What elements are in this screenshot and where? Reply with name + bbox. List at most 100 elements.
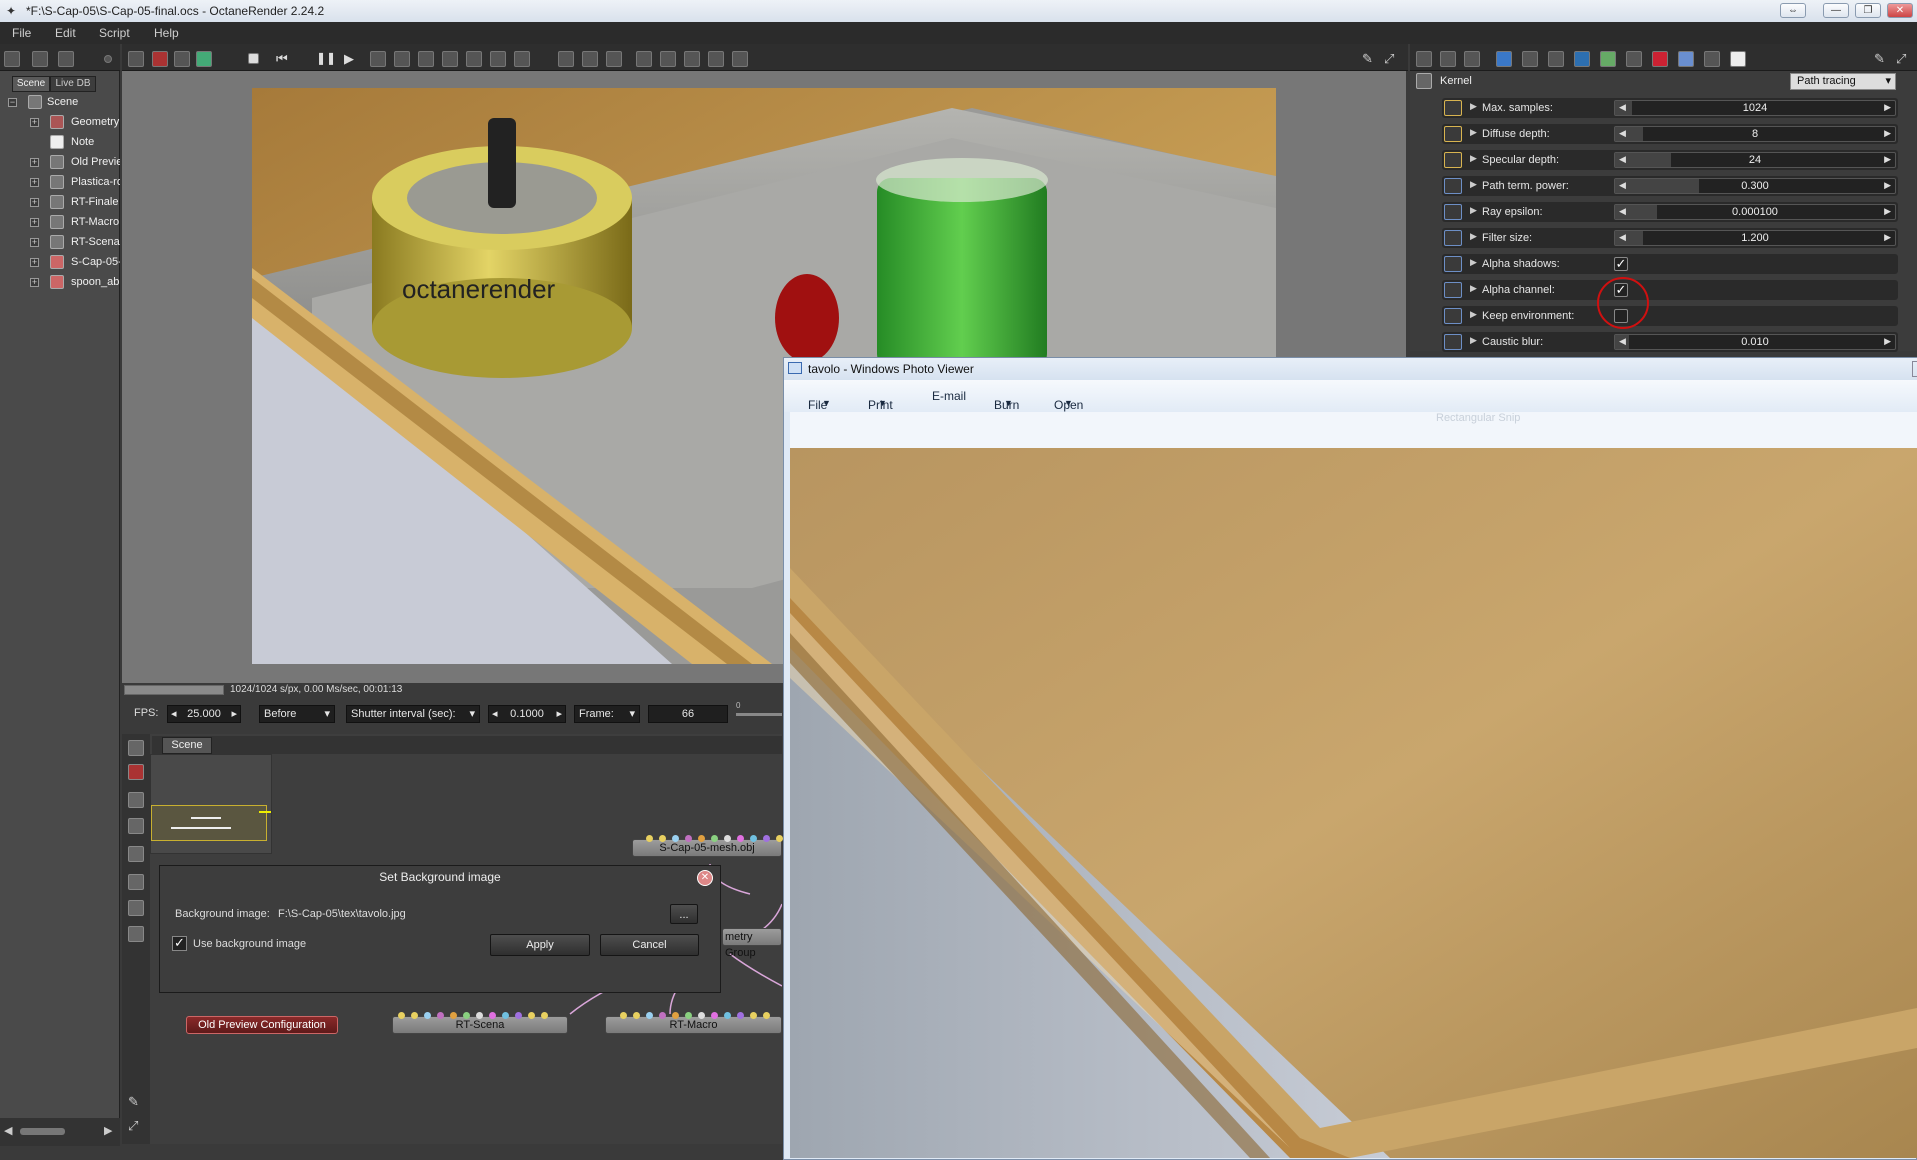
expand-icon[interactable]: + <box>30 198 39 207</box>
cancel-button[interactable]: Cancel <box>600 934 699 956</box>
wrench-icon[interactable]: ✎ <box>1362 51 1378 67</box>
expand-triangle-icon[interactable]: ▶ <box>1470 283 1477 294</box>
node-input-pin[interactable] <box>724 1012 731 1019</box>
scroll-thumb[interactable] <box>20 1128 65 1135</box>
arrow-left-icon[interactable]: ◂ <box>492 706 498 722</box>
wrench-icon-graph[interactable]: ✎ <box>128 1094 144 1110</box>
play-icon[interactable]: ▶ <box>344 51 360 67</box>
expand-icon[interactable]: + <box>30 118 39 127</box>
expand-icon[interactable]: + <box>30 178 39 187</box>
expand-icon[interactable]: + <box>30 238 39 247</box>
wrench-icon-right[interactable]: ✎ <box>1874 51 1890 67</box>
node-input-pin[interactable] <box>685 1012 692 1019</box>
inspector-icon-1[interactable] <box>1416 51 1432 67</box>
fps-spinner[interactable]: ◂ 25.000 ▸ <box>167 705 241 723</box>
node-s-cap-mesh[interactable]: S-Cap-05-mesh.obj <box>632 839 782 857</box>
inspector-icon-2[interactable] <box>1440 51 1456 67</box>
frame-input[interactable]: 66 <box>648 705 728 723</box>
kernel-param-slider[interactable]: 0.000100 ◀ ▶ <box>1614 204 1896 220</box>
expand-triangle-icon[interactable]: ▶ <box>1470 153 1477 164</box>
pv-close-button-edge[interactable] <box>1912 361 1917 377</box>
graph-tool-icon-4[interactable] <box>128 818 144 834</box>
arrow-right-icon[interactable]: ▶ <box>1884 232 1891 243</box>
stack-icon[interactable] <box>732 51 748 67</box>
tree-item-spoon[interactable]: + spoon_ab <box>0 273 120 293</box>
pv-menu-email[interactable]: E-mail <box>932 389 966 403</box>
expand-triangle-icon[interactable]: ▶ <box>1470 257 1477 268</box>
kernel-param-slider[interactable]: 24 ◀ ▶ <box>1614 152 1896 168</box>
node-input-pin[interactable] <box>620 1012 627 1019</box>
stop-icon[interactable] <box>248 53 259 64</box>
kernel-param-checkbox[interactable]: ✓ <box>1614 257 1628 271</box>
cube-icon[interactable] <box>196 51 212 67</box>
pin-toggle-icon[interactable] <box>1444 230 1462 246</box>
node-input-pin[interactable] <box>541 1012 548 1019</box>
arrow-right-icon[interactable]: ▶ <box>1884 128 1891 139</box>
expand-icon[interactable]: + <box>30 158 39 167</box>
graph-tool-icon-6[interactable] <box>128 874 144 890</box>
kernel-row[interactable]: Alpha channel: ▶ ✓ <box>1442 280 1898 300</box>
kernel-row[interactable]: Filter size: ▶ 1.200 ◀ ▶ <box>1442 228 1898 248</box>
graph-tool-icon-7[interactable] <box>128 900 144 916</box>
kernel-param-slider[interactable]: 0.010 ◀ ▶ <box>1614 334 1896 350</box>
graph-tool-icon-1[interactable] <box>128 740 144 756</box>
node-input-pin[interactable] <box>672 835 679 842</box>
geometry-icon[interactable] <box>1600 51 1616 67</box>
menu-file[interactable]: File <box>12 26 31 40</box>
node-input-pin[interactable] <box>698 1012 705 1019</box>
sun-icon[interactable] <box>1730 51 1746 67</box>
fullscreen-icon[interactable]: ⤢ <box>1384 51 1400 67</box>
expand-icon[interactable]: + <box>30 218 39 227</box>
pin-toggle-icon[interactable] <box>1444 256 1462 272</box>
texture-icon[interactable] <box>1626 51 1642 67</box>
expand-triangle-icon[interactable]: ▶ <box>1470 205 1477 216</box>
arrow-right-icon[interactable]: ▶ <box>1884 180 1891 191</box>
photo-icon[interactable] <box>1704 51 1720 67</box>
pin-toggle-icon[interactable] <box>1444 308 1462 324</box>
node-input-pin[interactable] <box>437 1012 444 1019</box>
node-input-pin[interactable] <box>659 1012 666 1019</box>
tree-scrollbar[interactable]: ◀ ▶ <box>0 1118 120 1146</box>
pin-toggle-icon[interactable] <box>1444 152 1462 168</box>
restore-size-button[interactable]: ⇔ <box>1780 3 1806 18</box>
expand-triangle-icon[interactable]: ▶ <box>1470 335 1477 346</box>
arrow-left-icon[interactable]: ◀ <box>1619 154 1626 165</box>
tree-item-rt-finale[interactable]: + RT-Finale <box>0 193 120 213</box>
zoom-icon[interactable] <box>558 51 574 67</box>
tree-item-geometry[interactable]: + Geometry <box>0 113 120 133</box>
render-settings-icon[interactable] <box>152 51 168 67</box>
node-geometry-group[interactable]: metry Group <box>722 928 782 959</box>
frame-dropdown[interactable]: Frame: ▾ <box>574 705 640 723</box>
node-input-pin[interactable] <box>633 1012 640 1019</box>
inspector-icon-3[interactable] <box>1464 51 1480 67</box>
kernel-param-slider[interactable]: 0.300 ◀ ▶ <box>1614 178 1896 194</box>
kernel-param-slider[interactable]: 1.200 ◀ ▶ <box>1614 230 1896 246</box>
region-icon[interactable] <box>582 51 598 67</box>
restart-icon[interactable]: ⏮ <box>276 51 292 67</box>
kernel-row[interactable]: Ray epsilon: ▶ 0.000100 ◀ ▶ <box>1442 202 1898 222</box>
shutter-dropdown[interactable]: Shutter interval (sec): ▾ <box>346 705 480 723</box>
focus-icon[interactable] <box>174 51 190 67</box>
arrow-right-icon[interactable]: ▸ <box>231 706 237 722</box>
medium-icon[interactable] <box>1678 51 1694 67</box>
graph-tool-icon-2[interactable] <box>128 764 144 780</box>
node-input-pin[interactable] <box>750 1012 757 1019</box>
imager-icon[interactable] <box>1548 51 1564 67</box>
save-render-icon[interactable] <box>128 51 144 67</box>
expand-triangle-icon[interactable]: ▶ <box>1470 101 1477 112</box>
tab-live-db[interactable]: Live DB <box>50 76 96 92</box>
node-input-pin[interactable] <box>450 1012 457 1019</box>
node-input-pin[interactable] <box>515 1012 522 1019</box>
tree-item-s-cap[interactable]: + S-Cap-05- <box>0 253 120 273</box>
pin-toggle-icon[interactable] <box>1444 178 1462 194</box>
copy-icon[interactable] <box>636 51 652 67</box>
graph-tool-icon-5[interactable] <box>128 846 144 862</box>
viewport-icon[interactable] <box>370 51 386 67</box>
tree-item-note[interactable]: Note <box>0 133 120 153</box>
pin-toggle-icon[interactable] <box>1444 334 1462 350</box>
pin-icon[interactable] <box>104 55 112 63</box>
postproc-icon[interactable] <box>1574 51 1590 67</box>
node-input-pin[interactable] <box>750 835 757 842</box>
camera-icon[interactable] <box>1496 51 1512 67</box>
layers-icon[interactable] <box>32 51 48 67</box>
